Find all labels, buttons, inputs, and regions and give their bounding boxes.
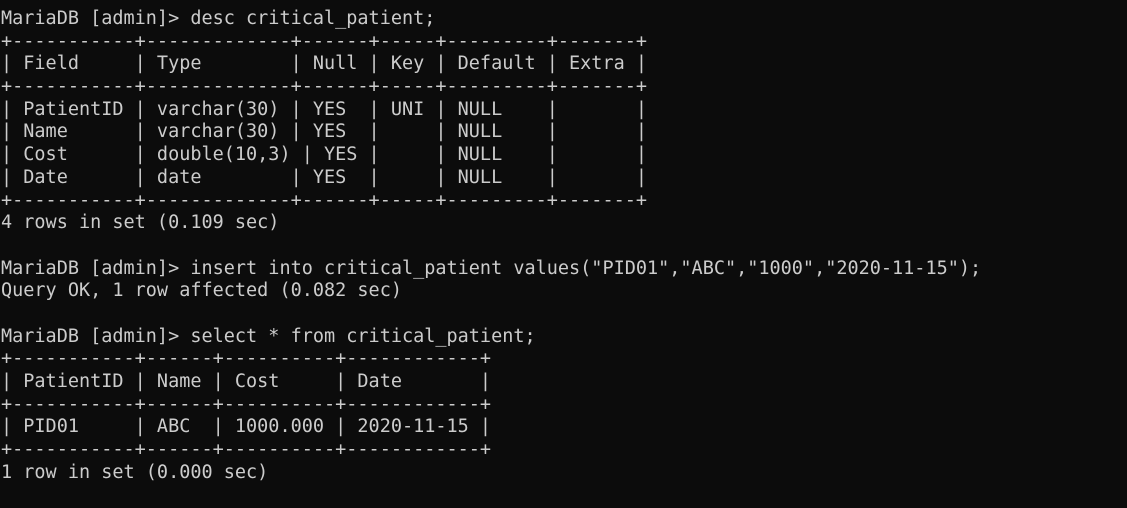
terminal-window[interactable]: MariaDB [admin]> desc critical_patient; …	[0, 0, 1127, 508]
prompt-line: MariaDB [admin]> select * from critical_…	[1, 325, 536, 347]
table-border: +-----------+------+----------+---------…	[1, 393, 492, 415]
table-border: +-----------+-------------+------+-----+…	[1, 76, 648, 98]
result-summary: 4 rows in set (0.109 sec)	[1, 212, 280, 234]
table-header-row: | Field | Type | Null | Key | Default | …	[1, 53, 648, 75]
prompt-line: MariaDB [admin]> desc critical_patient;	[1, 8, 436, 29]
table-row: | PatientID | varchar(30) | YES | UNI | …	[1, 98, 648, 120]
table-row: | Date | date | YES | | NULL | |	[1, 166, 648, 188]
table-border: +-----------+------+----------+---------…	[1, 348, 492, 370]
table-border: +-----------+------+----------+---------…	[1, 439, 492, 461]
table-header-row: | PatientID | Name | Cost | Date |	[1, 371, 492, 392]
prompt-line: MariaDB [admin]> insert into critical_pa…	[1, 257, 982, 279]
result-summary: Query OK, 1 row affected (0.082 sec)	[1, 280, 402, 302]
table-row: | Cost | double(10,3) | YES | | NULL | |	[1, 144, 648, 166]
table-row: | PID01 | ABC | 1000.000 | 2020-11-15 |	[1, 416, 492, 438]
table-border: +-----------+-------------+------+-----+…	[1, 30, 648, 52]
table-row: | Name | varchar(30) | YES | | NULL | |	[1, 121, 648, 143]
result-summary: 1 row in set (0.000 sec)	[1, 461, 269, 483]
table-border: +-----------+-------------+------+-----+…	[1, 189, 648, 211]
